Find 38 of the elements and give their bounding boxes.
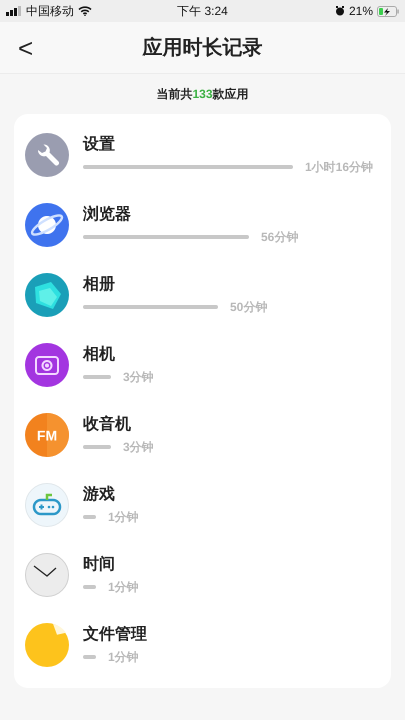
usage-time: 50分钟 <box>230 299 268 316</box>
usage-time: 1分钟 <box>108 579 139 596</box>
app-icon <box>25 553 69 597</box>
app-icon <box>25 483 69 527</box>
usage-bar <box>83 515 96 519</box>
app-icon <box>25 203 69 247</box>
app-name: 设置 <box>83 134 116 155</box>
battery-percent: 21% <box>348 3 373 20</box>
usage-time: 56分钟 <box>261 229 298 246</box>
app-name: 相册 <box>83 274 116 295</box>
usage-time: 1分钟 <box>108 649 139 666</box>
app-name: 时间 <box>83 554 116 575</box>
back-button[interactable]: < <box>14 34 38 60</box>
app-icon <box>25 133 69 177</box>
app-name: 相机 <box>83 344 116 365</box>
usage-time: 1分钟 <box>108 509 139 526</box>
usage-time: 1小时16分钟 <box>305 159 374 176</box>
app-icon <box>25 623 69 667</box>
page-title: 应用时长记录 <box>142 36 262 60</box>
signal-icon <box>6 6 22 16</box>
usage-time: 3分钟 <box>123 439 154 456</box>
app-name: 浏览器 <box>83 204 132 225</box>
app-name: 游戏 <box>83 484 116 505</box>
usage-bar <box>83 585 96 589</box>
app-count-text: 当前共133款应用 <box>156 86 249 103</box>
usage-bar <box>83 375 111 379</box>
app-icon: FM <box>25 413 69 457</box>
wifi-icon <box>78 6 92 16</box>
app-icon <box>25 343 69 387</box>
carrier-name: 中国移动 <box>26 3 74 20</box>
alarm-icon <box>334 6 345 16</box>
usage-time: 3分钟 <box>123 369 154 386</box>
app-icon <box>25 273 69 317</box>
usage-bar <box>83 655 96 659</box>
status-time: 下午 3:24 <box>176 3 229 20</box>
usage-bar <box>83 445 111 449</box>
app-name: 文件管理 <box>83 624 147 645</box>
app-name: 收音机 <box>83 414 132 435</box>
